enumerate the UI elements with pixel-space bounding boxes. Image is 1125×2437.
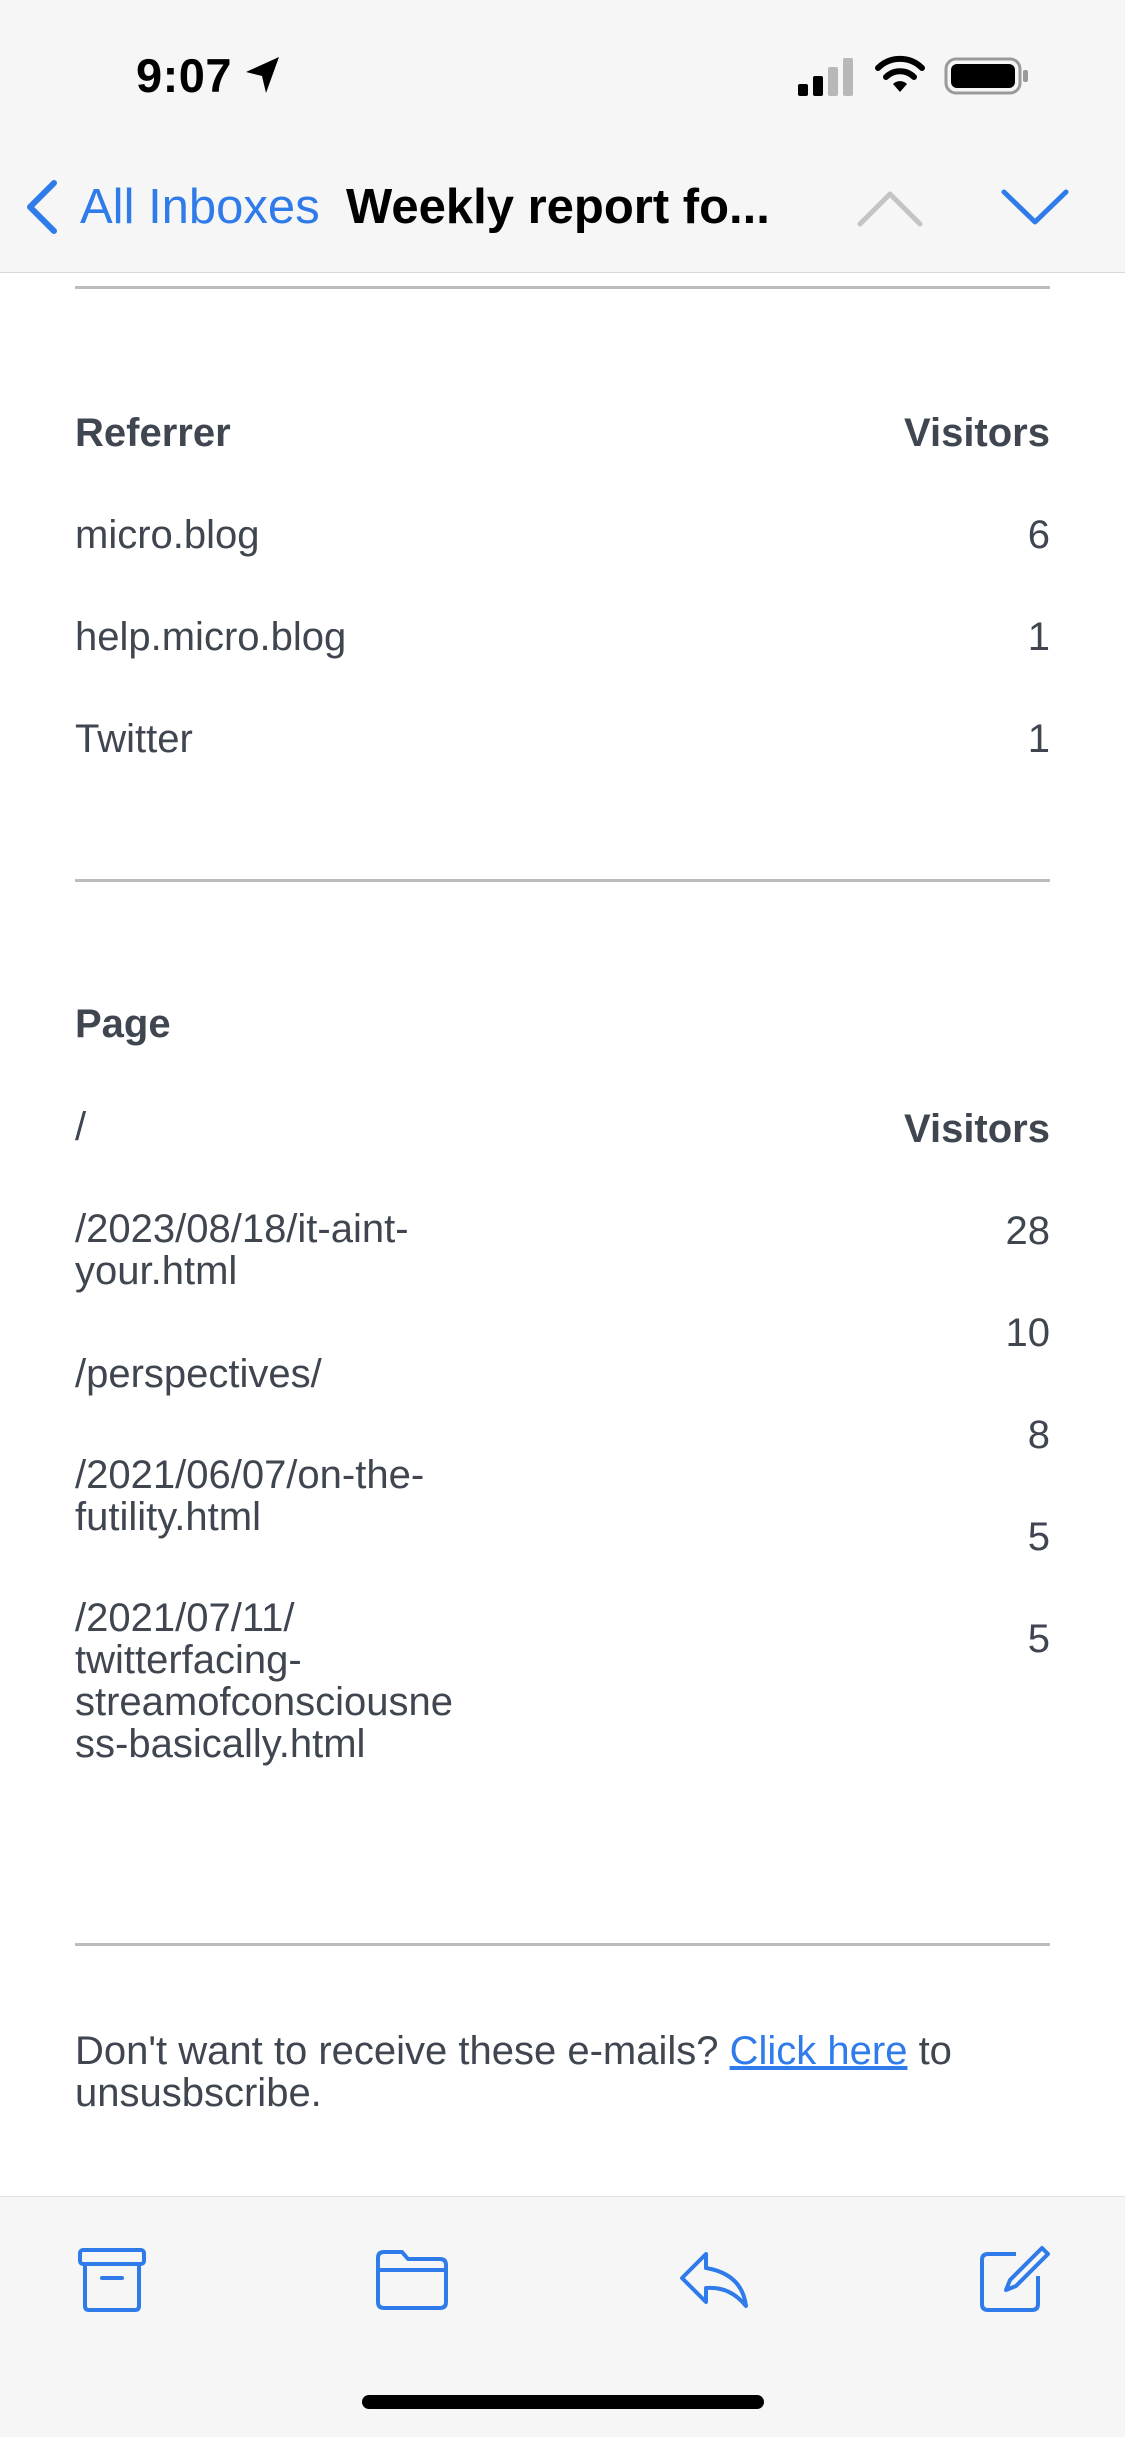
unsubscribe-link[interactable]: Click here bbox=[730, 2029, 908, 2073]
archive-icon[interactable] bbox=[74, 2244, 150, 2314]
visitors-cell: 8 bbox=[1027, 1413, 1050, 1457]
divider bbox=[75, 286, 1050, 289]
visitors-cell: 1 bbox=[1027, 615, 1050, 659]
back-label: All Inboxes bbox=[80, 180, 320, 234]
page-header: Page bbox=[75, 1002, 171, 1046]
visitors-header: Visitors bbox=[904, 1107, 1050, 1151]
referrer-cell: Twitter bbox=[75, 717, 193, 761]
home-indicator bbox=[362, 2395, 764, 2409]
divider bbox=[75, 879, 1050, 882]
unsubscribe-text-before: Don't want to receive these e-mails? bbox=[75, 2029, 730, 2073]
chevron-left-icon bbox=[27, 180, 57, 234]
visitors-cell: 6 bbox=[1027, 513, 1050, 557]
battery-icon bbox=[944, 57, 1028, 95]
visitors-cell: 5 bbox=[1027, 1617, 1050, 1661]
referrer-header: Referrer bbox=[75, 411, 231, 455]
status-time: 9:07 bbox=[136, 49, 233, 102]
folder-icon[interactable] bbox=[374, 2244, 450, 2314]
visitors-cell: 1 bbox=[1027, 717, 1050, 761]
divider bbox=[75, 1943, 1050, 1946]
page-cell: /2021/06/07/on-the- futility.html bbox=[75, 1453, 425, 1539]
visitors-cell: 28 bbox=[1005, 1209, 1051, 1253]
page-cell: / bbox=[75, 1105, 87, 1149]
reply-icon[interactable] bbox=[676, 2244, 752, 2314]
visitors-header: Visitors bbox=[904, 411, 1050, 455]
next-message-icon[interactable] bbox=[1000, 186, 1070, 230]
back-button[interactable]: All Inboxes bbox=[22, 176, 382, 238]
cellular-signal-icon bbox=[798, 58, 853, 96]
previous-message-icon[interactable] bbox=[856, 186, 924, 230]
referrer-cell: micro.blog bbox=[75, 513, 260, 557]
page-cell: /perspectives/ bbox=[75, 1352, 322, 1396]
page-cell: /2023/08/18/it-aint- your.html bbox=[75, 1207, 409, 1293]
referrer-cell: help.micro.blog bbox=[75, 615, 347, 659]
message-subject-title: Weekly report fo... bbox=[346, 180, 770, 234]
page-cell: /2021/07/11/ twitterfacing- streamofcons… bbox=[75, 1596, 453, 1766]
wifi-icon bbox=[875, 55, 925, 92]
location-arrow-icon bbox=[246, 57, 279, 93]
unsubscribe-text: Don't want to receive these e-mails? Cli… bbox=[75, 2030, 1050, 2114]
visitors-cell: 10 bbox=[1005, 1311, 1051, 1355]
compose-icon[interactable] bbox=[976, 2244, 1052, 2314]
visitors-cell: 5 bbox=[1027, 1515, 1050, 1559]
